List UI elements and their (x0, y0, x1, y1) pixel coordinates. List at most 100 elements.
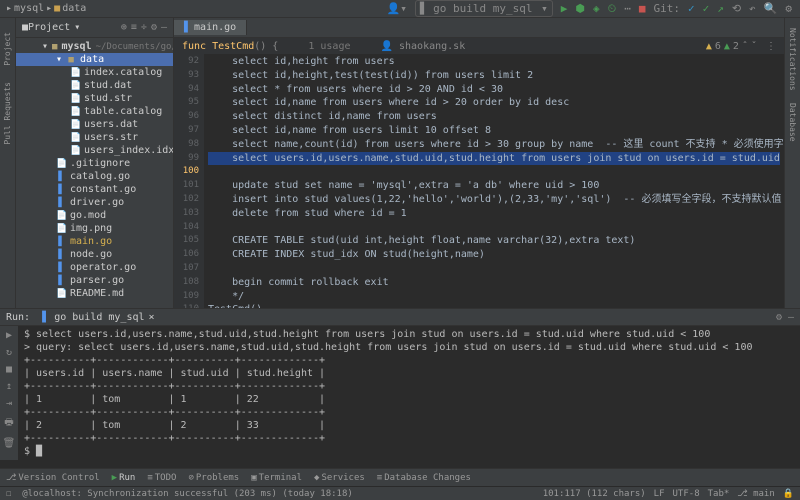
git-label: Git: (653, 2, 680, 15)
tree-file[interactable]: 📄.gitignore (16, 157, 173, 170)
chevron-up-icon[interactable]: ˆ (742, 41, 748, 52)
tw-version-control[interactable]: ⎇ Version Control (6, 473, 100, 483)
breadcrumb-root[interactable]: mysql (14, 3, 44, 14)
tree-file[interactable]: 📄users.dat (16, 118, 173, 131)
up-icon[interactable]: ↥ (6, 381, 12, 392)
tw-db-changes[interactable]: ≡ Database Changes (377, 473, 471, 483)
usage-hint[interactable]: 1 usage (308, 41, 350, 52)
editor-crumb: func TestCmd() { 1 usage 👤 shaokang.sk ▲… (174, 38, 784, 54)
hide-icon[interactable]: — (788, 312, 794, 323)
sidebar-header: ■ Project ▾ ⊕ ≡ ÷ ⚙ — (16, 18, 173, 38)
tw-terminal[interactable]: ▣ Terminal (251, 473, 302, 483)
gear-icon[interactable]: ⚙ (151, 22, 157, 33)
tree-file[interactable]: ▋driver.go (16, 196, 173, 209)
tool-notifications[interactable]: Notifications (788, 28, 797, 91)
wraptext-icon[interactable]: ⇥ (6, 398, 12, 409)
func-name[interactable]: func TestCmd (182, 41, 254, 52)
tool-pull-requests[interactable]: Pull Requests (3, 82, 12, 145)
tree-file[interactable]: ▋catalog.go (16, 170, 173, 183)
tool-window-bar: ⎇ Version Control ▶ Run ≡ TODO ⊘ Problem… (0, 468, 800, 486)
tool-database[interactable]: Database (788, 103, 797, 142)
more-icon[interactable]: ⋮ (766, 41, 776, 52)
code-lines[interactable]: select id,height from users select id,he… (204, 54, 784, 308)
tree-file[interactable]: 📄README.md (16, 287, 173, 300)
git-history-icon[interactable]: ⟲ (732, 2, 741, 15)
code-area[interactable]: 9293949596979899100101102103104105106107… (174, 54, 784, 308)
print-icon[interactable]: 🖶 (4, 415, 13, 432)
right-tool-strip: Notifications Database (784, 18, 800, 308)
tw-run[interactable]: ▶ Run (112, 473, 136, 483)
breadcrumb-bar: ▸ mysql ▸ ■ data 👤▾ ▋ go build my_sql ▾ … (0, 0, 800, 18)
run-header: Run: ▋ go build my_sql × ⚙ — (0, 309, 800, 326)
coverage-icon[interactable]: ◈ (593, 2, 600, 15)
run-config-select[interactable]: ▋ go build my_sql ▾ (415, 0, 553, 17)
status-bar: ☐ @localhost: Synchronization successful… (0, 486, 800, 500)
project-tree: ▾■mysql ~/Documents/go/mysql ▾■data 📄ind… (16, 38, 173, 302)
run-icon[interactable]: ▶ (561, 2, 568, 15)
editor-tabs: ▋main.go (174, 18, 784, 38)
trash-icon[interactable]: 🗑 (3, 438, 16, 449)
tree-root[interactable]: ▾■mysql ~/Documents/go/mysql (16, 40, 173, 53)
sidebar-title: Project (28, 22, 70, 33)
warn-icon[interactable]: ▲ (706, 41, 712, 52)
select-opened-icon[interactable]: ⊕ (121, 22, 127, 33)
tw-services[interactable]: ◆ Services (314, 473, 365, 483)
chevron-down-icon[interactable]: ˇ (751, 41, 757, 52)
close-icon[interactable]: × (149, 312, 155, 323)
tree-file[interactable]: 📄users.str (16, 131, 173, 144)
weak-warn-icon[interactable]: ▲ (724, 41, 730, 52)
breadcrumb-leaf[interactable]: data (62, 3, 86, 14)
attach-icon[interactable]: ⋯ (624, 2, 631, 15)
tab-main-go[interactable]: ▋main.go (174, 20, 247, 35)
editor: ▋main.go func TestCmd() { 1 usage 👤 shao… (174, 18, 784, 308)
tree-file[interactable]: 📄index.catalog (16, 66, 173, 79)
user-icon[interactable]: 👤▾ (387, 2, 407, 15)
collapse-icon[interactable]: ÷ (141, 22, 147, 33)
caret-pos[interactable]: 101:117 (112 chars) (543, 489, 646, 499)
tree-file[interactable]: 📄go.mod (16, 209, 173, 222)
tree-file[interactable]: 📄users_index.idx (16, 144, 173, 157)
tree-file[interactable]: 📄stud.str (16, 92, 173, 105)
expand-icon[interactable]: ≡ (131, 22, 137, 33)
author-hint[interactable]: 👤 shaokang.sk (381, 41, 466, 52)
hide-icon[interactable]: — (161, 22, 167, 33)
git-commit-icon[interactable]: ✓ (703, 2, 710, 15)
lock-icon[interactable]: 🔒 (783, 489, 794, 499)
tree-file[interactable]: 📄img.png (16, 222, 173, 235)
tree-file[interactable]: ▋constant.go (16, 183, 173, 196)
tw-todo[interactable]: ≡ TODO (147, 473, 176, 483)
tree-file[interactable]: 📄table.catalog (16, 105, 173, 118)
run-output[interactable]: $ select users.id,users.name,stud.uid,st… (18, 326, 800, 460)
tree-file[interactable]: ▋parser.go (16, 274, 173, 287)
tree-folder-data[interactable]: ▾■data (16, 53, 173, 66)
gear-icon[interactable]: ⚙ (776, 312, 782, 323)
encoding[interactable]: UTF-8 (673, 489, 700, 499)
run-panel: Run: ▋ go build my_sql × ⚙ — ▶ ↻ ■ ↥ ⇥ 🖶… (0, 308, 800, 460)
folder-icon: ■ (54, 3, 60, 14)
search-icon[interactable]: 🔍 (764, 2, 778, 15)
git-update-icon[interactable]: ✓ (688, 2, 695, 15)
indent[interactable]: Tab* (708, 489, 730, 499)
debug-icon[interactable]: ⬢ (575, 2, 585, 15)
rerun-icon[interactable]: ▶ (6, 330, 12, 341)
tree-file[interactable]: ▋node.go (16, 248, 173, 261)
stop-icon[interactable]: ■ (6, 364, 12, 375)
git-push-icon[interactable]: ↗ (717, 2, 724, 15)
project-sidebar: ■ Project ▾ ⊕ ≡ ÷ ⚙ — ▾■mysql ~/Document… (16, 18, 174, 308)
stop-icon[interactable]: ■ (639, 2, 646, 15)
tool-project[interactable]: Project (3, 32, 12, 66)
tw-problems[interactable]: ⊘ Problems (188, 473, 239, 483)
tree-file[interactable]: 📄stud.dat (16, 79, 173, 92)
git-branch[interactable]: ⎇ main (737, 489, 774, 499)
tree-file[interactable]: ▋operator.go (16, 261, 173, 274)
run-config-name: go build my_sql (54, 312, 144, 323)
restart-icon[interactable]: ↻ (6, 347, 12, 358)
run-label: Run: (6, 312, 30, 323)
profile-icon[interactable]: ⏲ (608, 2, 617, 16)
settings-icon[interactable]: ⚙ (785, 2, 792, 15)
gutter: 9293949596979899100101102103104105106107… (174, 54, 204, 308)
sync-msg: @localhost: Synchronization successful (… (22, 489, 353, 499)
tree-file[interactable]: ▋main.go (16, 235, 173, 248)
git-rollback-icon[interactable]: ↶ (749, 2, 756, 15)
line-sep[interactable]: LF (654, 489, 665, 499)
